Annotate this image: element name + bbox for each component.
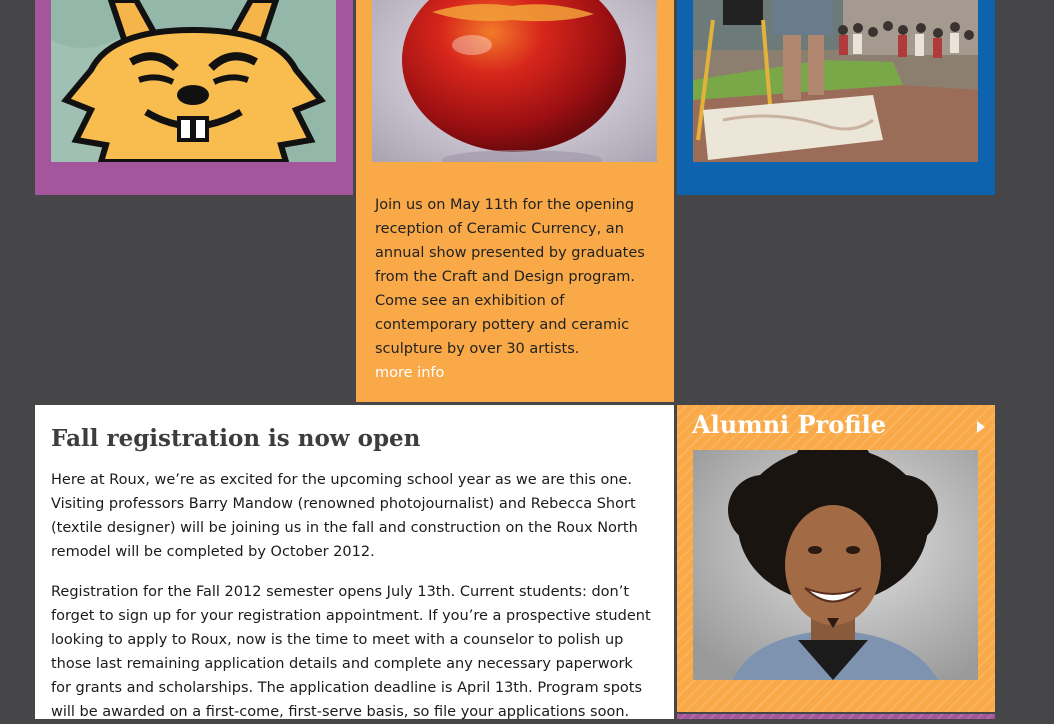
ceramic-vase-photo[interactable] <box>372 0 657 162</box>
festival-photo[interactable] <box>693 0 978 162</box>
alumni-profile-heading[interactable]: Alumni Profile <box>692 410 886 439</box>
alumni-profile-tile[interactable]: Alumni Profile <box>677 405 995 712</box>
play-arrow-icon[interactable] <box>977 421 985 433</box>
registration-article: Fall registration is now open Here at Ro… <box>35 405 674 720</box>
more-info-link[interactable]: more info <box>375 361 444 385</box>
alumni-portrait[interactable] <box>693 450 978 680</box>
next-tile-edge <box>677 714 995 719</box>
article-paragraph: Here at Roux, we’re as excited for the u… <box>51 472 638 560</box>
article-title: Fall registration is now open <box>51 425 421 452</box>
festival-tile[interactable] <box>677 0 995 195</box>
ceramic-event-description: Join us on May 11th for the opening rece… <box>375 197 645 357</box>
rabbit-illustration[interactable] <box>51 0 336 162</box>
ceramic-event-tile: Join us on May 11th for the opening rece… <box>356 0 674 402</box>
article-paragraph: Registration for the Fall 2012 semester … <box>51 584 651 720</box>
rabbit-tile[interactable] <box>35 0 353 195</box>
